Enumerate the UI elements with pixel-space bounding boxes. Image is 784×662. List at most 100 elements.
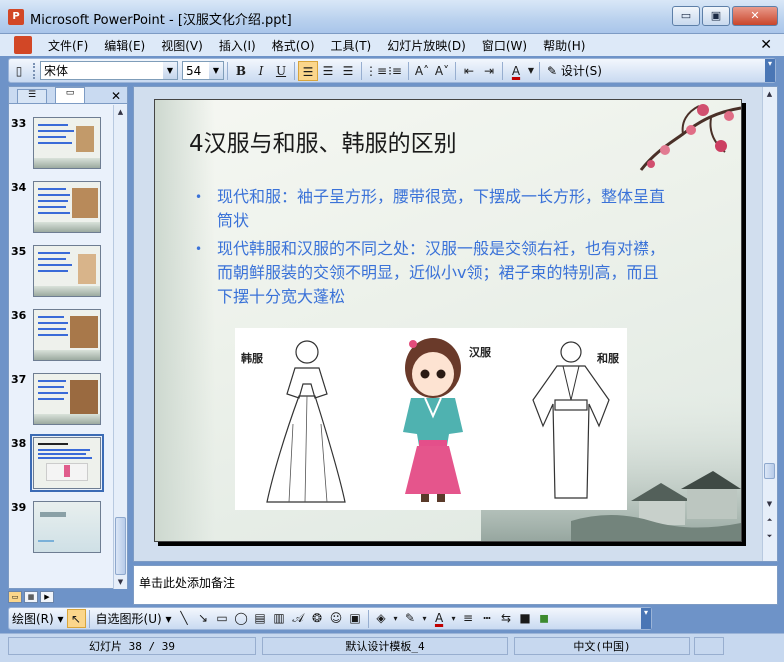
scroll-up-icon[interactable]: ▲ [114,105,127,119]
scroll-thumb[interactable] [115,517,126,575]
shrink-font-button[interactable]: A˅ [432,61,452,81]
thumbnail-scrollbar[interactable]: ▲ ▼ [113,105,127,589]
document-close-icon[interactable]: ✕ [760,37,772,53]
chevron-down-icon[interactable]: ▼ [163,62,177,79]
bullets-icon[interactable]: ⁝≡ [385,61,405,81]
slide-thumbnail[interactable] [33,373,101,425]
3d-style-icon[interactable]: ◼ [535,609,554,628]
font-color-icon[interactable]: A [430,609,449,628]
rectangle-icon[interactable]: ▭ [213,609,232,628]
toolbar-options-icon[interactable]: ▾ [641,608,651,629]
align-right-icon[interactable]: ☰ [338,61,358,81]
thumbnail-row[interactable]: 39 [9,501,113,557]
normal-view-icon[interactable]: ▭ [8,591,22,603]
toolbar-options-icon[interactable]: ▾ [765,59,775,82]
restore-button[interactable]: ▣ [702,6,730,26]
slide-thumbnail[interactable] [33,309,101,361]
slide-scroll-track[interactable]: ▲ ▼ ⏶ ⏷ [763,87,777,561]
menu-edit[interactable]: 编辑(E) [96,37,153,54]
dash-style-icon[interactable]: ┅ [478,609,497,628]
menu-view[interactable]: 视图(V) [153,37,211,54]
menu-format[interactable]: 格式(O) [264,37,323,54]
minimize-button[interactable]: ▭ [672,6,700,26]
thumbnail-row[interactable]: 36 [9,309,113,365]
align-left-icon[interactable]: ☰ [298,60,318,81]
thumbnail-row[interactable]: 33 [9,117,113,173]
numbering-icon[interactable]: ⋮≡ [365,61,387,81]
grow-font-button[interactable]: A˄ [412,61,432,81]
picture-icon[interactable]: ▣ [346,609,365,628]
notes-pane[interactable]: 单击此处添加备注 [133,565,778,605]
thumbnail-row[interactable]: 34 [9,181,113,237]
new-document-icon[interactable]: ▯ [9,61,29,81]
slide-thumbnail[interactable] [33,181,101,233]
align-center-icon[interactable]: ☰ [318,61,338,81]
chevron-down-icon[interactable]: ▾ [420,609,430,628]
slide-title[interactable]: 4汉服与和服、韩服的区别 [189,124,457,158]
oval-icon[interactable]: ◯ [232,609,251,628]
underline-button[interactable]: U [271,61,291,81]
italic-button[interactable]: I [251,61,271,81]
arrow-icon[interactable]: ↘ [194,609,213,628]
document-icon[interactable] [14,36,32,54]
chevron-down-icon[interactable]: ▼ [526,61,536,81]
next-slide-icon[interactable]: ⏷ [763,529,776,543]
slide-canvas[interactable]: 4汉服与和服、韩服的区别 • 现代和服：袖子呈方形，腰带很宽，下摆成一长方形，整… [154,99,742,542]
arrow-style-icon[interactable]: ⇆ [497,609,516,628]
slide-sorter-icon[interactable]: ▦ [24,591,38,603]
select-pointer-icon[interactable]: ↖ [66,609,86,628]
chevron-down-icon[interactable]: ▾ [449,609,459,628]
previous-slide-icon[interactable]: ⏶ [763,513,776,527]
close-button[interactable]: ✕ [732,6,778,26]
menu-window[interactable]: 窗口(W) [474,37,535,54]
chevron-down-icon[interactable]: ▼ [209,62,223,79]
slides-tab-icon[interactable]: ▭ [55,87,85,103]
slideshow-icon[interactable]: ▶ [40,591,54,603]
line-color-icon[interactable]: ✎ [401,609,420,628]
bullet-item[interactable]: • 现代韩服和汉服的不同之处：汉服一般是交领右衽，也有对襟，而朝鲜服装的交领不明… [195,237,665,309]
costume-comparison-picture[interactable]: 韩服 汉服 和服 [235,328,627,510]
font-color-button[interactable]: A [506,61,526,81]
font-name-select[interactable]: 宋体 ▼ [40,61,178,80]
scroll-thumb[interactable] [764,463,775,479]
scroll-down-icon[interactable]: ▼ [763,497,776,511]
thumbnail-row[interactable]: 38 [9,434,113,493]
line-style-icon[interactable]: ≡ [459,609,478,628]
powerpoint-app-icon[interactable]: P [8,9,24,25]
design-button[interactable]: ✎ 设计(S) [543,62,606,79]
draw-menu-button[interactable]: 绘图(R) ▾ [9,610,67,627]
line-icon[interactable]: ╲ [175,609,194,628]
chevron-down-icon[interactable]: ▾ [391,609,401,628]
slide-thumbnail[interactable] [33,501,101,553]
menu-file[interactable]: 文件(F) [40,37,96,54]
slide-scrollbar[interactable]: ▲ ▼ ⏶ ⏷ [762,87,777,561]
vertical-textbox-icon[interactable]: ▥ [270,609,289,628]
scroll-up-icon[interactable]: ▲ [763,87,776,101]
notes-placeholder[interactable]: 单击此处添加备注 [139,574,235,591]
font-size-select[interactable]: 54 ▼ [182,61,224,80]
bullet-item[interactable]: • 现代和服：袖子呈方形，腰带很宽，下摆成一长方形，整体呈直筒状 [195,185,665,233]
increase-indent-icon[interactable]: ⇥ [479,61,499,81]
menu-help[interactable]: 帮助(H) [535,37,593,54]
menu-insert[interactable]: 插入(I) [211,37,264,54]
outline-tab-icon[interactable]: ☰ [17,89,47,103]
diagram-icon[interactable]: ❂ [308,609,327,628]
shadow-style-icon[interactable]: ■ [516,609,535,628]
slide-thumbnail[interactable] [33,245,101,297]
bold-button[interactable]: B [231,61,251,81]
menu-slideshow[interactable]: 幻灯片放映(D) [379,37,474,54]
autoshapes-menu-button[interactable]: 自选图形(U) ▾ [93,610,175,627]
menu-tools[interactable]: 工具(T) [323,37,380,54]
scroll-down-icon[interactable]: ▼ [114,575,127,589]
textbox-icon[interactable]: ▤ [251,609,270,628]
fill-color-icon[interactable]: ◈ [372,609,391,628]
toolbar-grip[interactable] [33,62,36,79]
slide-thumbnail[interactable] [33,117,101,169]
thumbnail-row[interactable]: 37 [9,373,113,429]
slide-thumbnail-selected[interactable] [30,434,104,492]
decrease-indent-icon[interactable]: ⇤ [459,61,479,81]
panel-close-icon[interactable]: ✕ [111,89,121,103]
wordart-icon[interactable]: 𝒜 [289,609,308,628]
clipart-icon[interactable]: ☺ [327,609,346,628]
thumbnail-row[interactable]: 35 [9,245,113,301]
